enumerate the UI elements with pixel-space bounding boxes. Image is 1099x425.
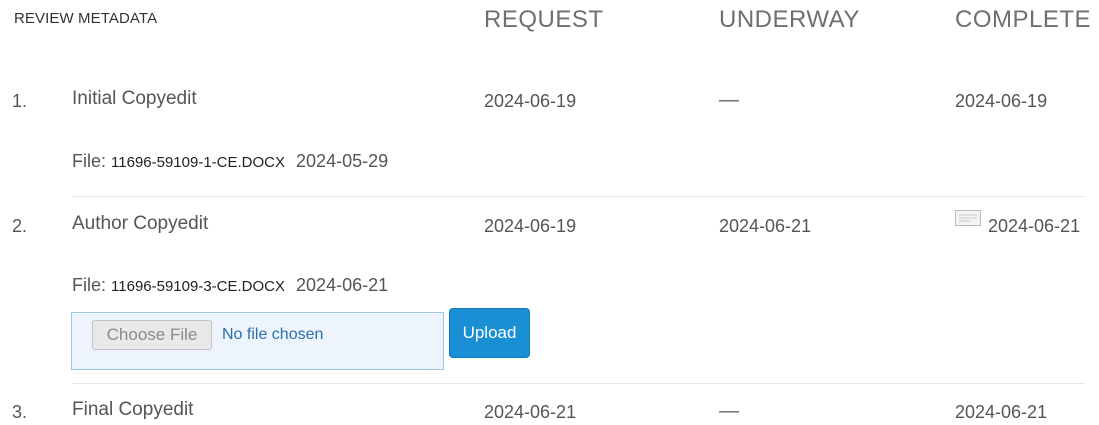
- row-divider: [72, 196, 1085, 197]
- step-name-author-copyedit: Author Copyedit: [72, 213, 209, 234]
- file-date: 2024-06-21: [296, 275, 389, 295]
- step-name-final-copyedit: Final Copyedit: [72, 399, 194, 420]
- choose-file-button[interactable]: Choose File: [92, 320, 212, 350]
- step-name-initial-copyedit: Initial Copyedit: [72, 88, 197, 109]
- request-date: 2024-06-21: [484, 402, 577, 422]
- step-number: 2.: [12, 216, 28, 236]
- request-date: 2024-06-19: [484, 91, 577, 111]
- step-number: 1.: [12, 91, 28, 111]
- file-link[interactable]: 11696-59109-1-CE.DOCX: [111, 154, 285, 171]
- upload-button[interactable]: Upload: [449, 308, 530, 358]
- underway-date: —: [719, 89, 739, 111]
- review-metadata-heading: REVIEW METADATA: [14, 10, 158, 27]
- file-link[interactable]: 11696-59109-3-CE.DOCX: [111, 278, 285, 295]
- notes-icon[interactable]: [955, 210, 981, 226]
- request-date: 2024-06-19: [484, 216, 577, 236]
- complete-date: 2024-06-21: [988, 216, 1081, 236]
- file-label: File:: [72, 275, 107, 295]
- file-line: File: 11696-59109-1-CE.DOCX 2024-05-29: [72, 151, 388, 172]
- row-divider: [72, 383, 1085, 384]
- no-file-chosen-text: No file chosen: [222, 326, 324, 343]
- request-column-heading: REQUEST: [484, 6, 604, 33]
- complete-date: 2024-06-19: [955, 91, 1048, 111]
- complete-column-heading: COMPLETE: [955, 6, 1092, 33]
- file-date: 2024-05-29: [296, 151, 389, 171]
- step-number: 3.: [12, 402, 28, 422]
- underway-date: —: [719, 400, 739, 422]
- complete-date: 2024-06-21: [955, 402, 1048, 422]
- file-line: File: 11696-59109-3-CE.DOCX 2024-06-21: [72, 275, 388, 296]
- file-label: File:: [72, 151, 107, 171]
- underway-date: 2024-06-21: [719, 216, 812, 236]
- file-input[interactable]: Choose File No file chosen: [71, 312, 444, 370]
- underway-column-heading: UNDERWAY: [719, 6, 860, 33]
